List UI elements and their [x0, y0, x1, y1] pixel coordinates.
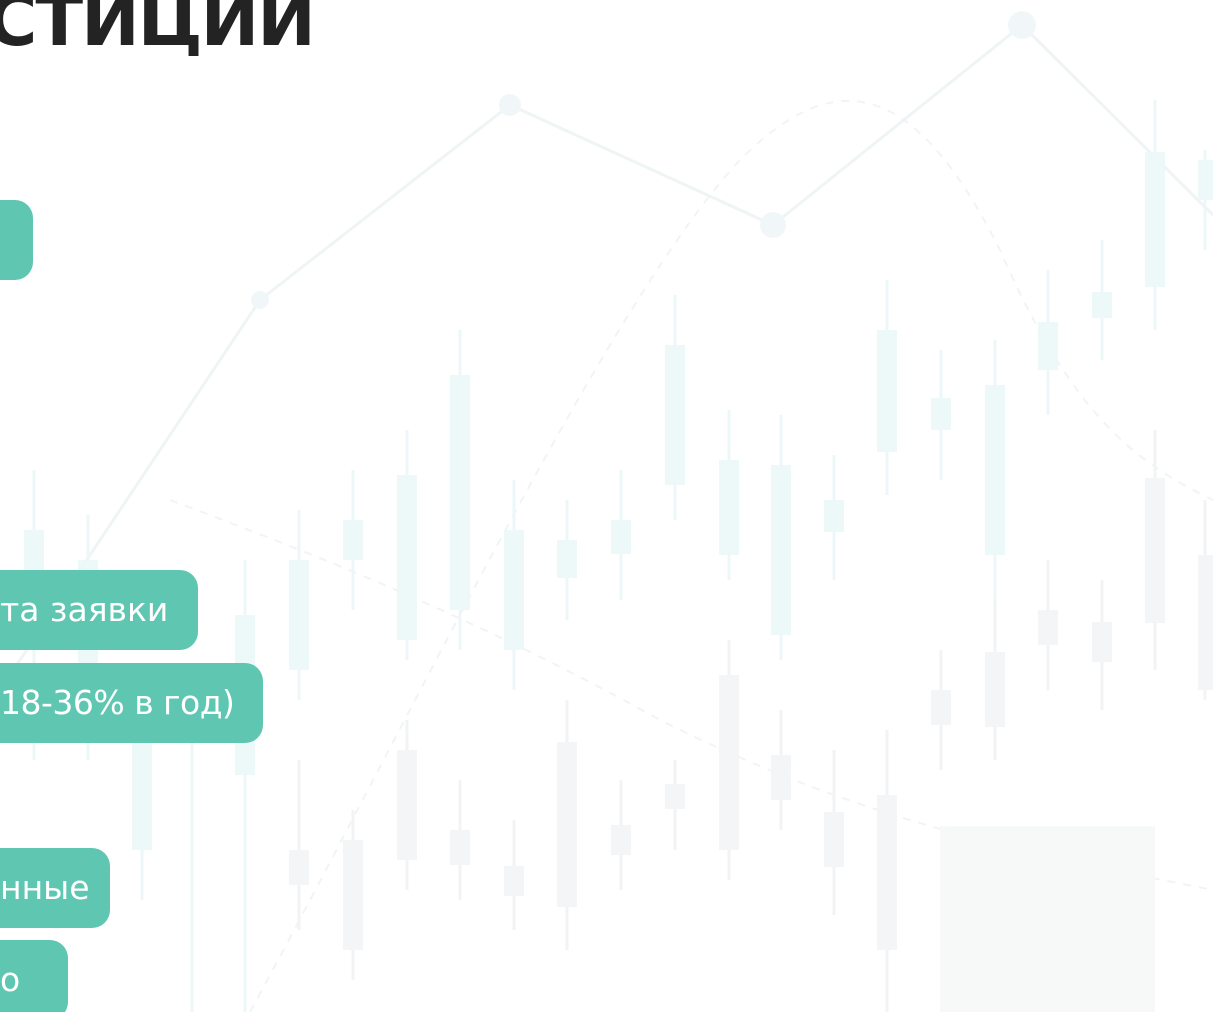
feature-pill-partial-2: о — [0, 940, 68, 1012]
feature-pill-yearly-return: 18-36% в год) — [0, 663, 263, 743]
dashed-trend-line-icon — [249, 99, 1213, 1012]
chart-point-icon — [1008, 11, 1036, 39]
page-title: СТИЦИИ — [0, 0, 316, 62]
candlesticks-icon — [24, 100, 1213, 1012]
investment-slide: СТИЦИИ та заявки 18-36% в год) нные о — [0, 0, 1213, 1012]
chart-point-icon — [760, 212, 786, 238]
volume-panel-icon — [940, 826, 1155, 1012]
feature-pill-application-date: та заявки — [0, 570, 198, 650]
feature-pill-partial-1: нные — [0, 848, 110, 928]
market-candlestick-background — [0, 11, 1213, 1012]
accent-pill-1 — [0, 200, 33, 280]
chart-point-icon — [251, 291, 269, 309]
chart-point-icon — [499, 94, 521, 116]
dashed-baseline-icon — [169, 499, 1213, 891]
